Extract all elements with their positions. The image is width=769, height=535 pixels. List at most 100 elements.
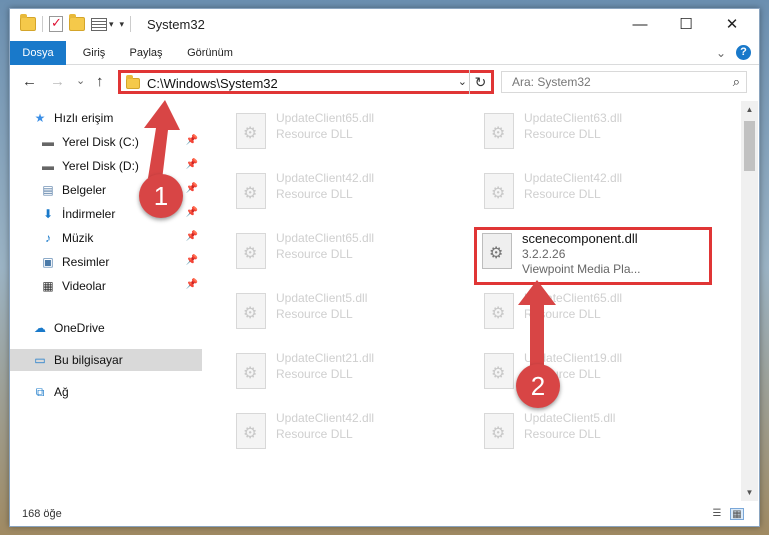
pin-icon[interactable]: 📌 bbox=[186, 207, 198, 218]
file-type: Resource DLL bbox=[524, 427, 601, 441]
step-marker-1: 1 bbox=[139, 174, 183, 218]
chevron-down-icon[interactable]: ▾ bbox=[109, 19, 114, 30]
pin-icon[interactable]: 📌 bbox=[186, 231, 198, 242]
tab-file[interactable]: Dosya bbox=[10, 41, 66, 65]
folder-icon[interactable] bbox=[20, 14, 36, 31]
highlighted-file-tile[interactable]: scenecomponent.dll 3.2.2.26 Viewpoint Me… bbox=[474, 227, 712, 285]
close-button[interactable]: ✕ bbox=[709, 9, 755, 39]
sidebar-item-music[interactable]: ♪ Müzik 📌 bbox=[10, 227, 202, 249]
expand-ribbon-icon[interactable]: ⌄ bbox=[716, 46, 726, 60]
properties-check-icon[interactable] bbox=[49, 15, 63, 32]
sidebar-item-label: İndirmeler bbox=[62, 207, 116, 221]
scroll-down-icon[interactable]: ▼ bbox=[741, 484, 758, 501]
star-icon: ★ bbox=[34, 111, 46, 125]
videos-icon: ▦ bbox=[42, 279, 54, 293]
step-marker-2: 2 bbox=[516, 364, 560, 408]
back-arrow-icon[interactable]: ← bbox=[22, 73, 37, 90]
file-tile[interactable]: UpdateClient19.dll Resource DLL bbox=[476, 347, 706, 397]
file-name: UpdateClient42.dll bbox=[276, 171, 375, 185]
drive-icon: ▬ bbox=[42, 159, 54, 173]
scroll-up-icon[interactable]: ▲ bbox=[741, 101, 758, 118]
file-name: UpdateClient42.dll bbox=[276, 411, 375, 425]
sidebar-item-label: Müzik bbox=[62, 231, 94, 245]
scroll-thumb[interactable] bbox=[744, 121, 755, 171]
file-name: UpdateClient65.dll bbox=[524, 291, 623, 305]
explorer-window: ▾ ▾ System32 — ☐ ✕ Dosya Giriş Paylaş Gö… bbox=[9, 8, 760, 527]
dll-file-icon bbox=[236, 413, 266, 449]
sidebar-item-videos[interactable]: ▦ Videolar 📌 bbox=[10, 275, 202, 297]
file-tile[interactable]: UpdateClient5.dll Resource DLL bbox=[228, 287, 458, 337]
tab-share[interactable]: Paylaş bbox=[124, 41, 168, 65]
customize-toolbar-icon[interactable] bbox=[91, 17, 107, 31]
pin-icon[interactable]: 📌 bbox=[186, 255, 198, 266]
download-icon: ⬇ bbox=[42, 207, 54, 221]
item-count: 168 öğe bbox=[22, 508, 62, 520]
sidebar-item-disk-d[interactable]: ▬ Yerel Disk (D:) 📌 bbox=[10, 155, 202, 177]
file-tile[interactable]: UpdateClient42.dll Resource DLL bbox=[228, 167, 458, 217]
sidebar-item-pictures[interactable]: ▣ Resimler 📌 bbox=[10, 251, 202, 273]
search-icon[interactable]: ⌕ bbox=[733, 74, 740, 90]
quick-access-dropdown-icon[interactable]: ▾ bbox=[120, 19, 125, 30]
sidebar-item-label: Videolar bbox=[62, 279, 106, 293]
sidebar-item-quick-access[interactable]: ★ Hızlı erişim bbox=[10, 107, 202, 129]
pin-icon[interactable]: 📌 bbox=[186, 159, 198, 170]
dll-file-icon bbox=[484, 293, 514, 329]
sidebar-item-label: Bu bilgisayar bbox=[54, 353, 123, 367]
sidebar-item-onedrive[interactable]: ☁ OneDrive bbox=[10, 317, 202, 339]
file-tile[interactable]: UpdateClient42.dll Resource DLL bbox=[228, 407, 458, 457]
recent-locations-icon[interactable]: ⌄ bbox=[76, 74, 85, 87]
file-tile[interactable]: UpdateClient65.dll Resource DLL bbox=[228, 227, 458, 277]
large-icons-view-icon[interactable]: ▦ bbox=[730, 508, 744, 520]
forward-arrow-icon[interactable]: → bbox=[50, 73, 65, 90]
file-tile[interactable]: UpdateClient65.dll Resource DLL bbox=[476, 287, 706, 337]
sidebar-item-network[interactable]: ⧉ Ağ bbox=[10, 381, 202, 403]
maximize-button[interactable]: ☐ bbox=[663, 9, 709, 39]
minimize-button[interactable]: — bbox=[617, 9, 663, 39]
dll-file-icon bbox=[236, 173, 266, 209]
dll-file-icon bbox=[236, 293, 266, 329]
file-name: UpdateClient5.dll bbox=[524, 411, 616, 425]
vertical-scrollbar[interactable]: ▲ ▼ bbox=[741, 101, 758, 501]
file-tile[interactable]: UpdateClient65.dll Resource DLL bbox=[228, 107, 458, 157]
pin-icon[interactable]: 📌 bbox=[186, 279, 198, 290]
search-input[interactable]: Ara: System32 bbox=[512, 75, 591, 89]
file-tile[interactable]: UpdateClient21.dll Resource DLL bbox=[228, 347, 458, 397]
status-bar: 168 öğe ☰ ▦ bbox=[10, 501, 759, 526]
up-arrow-icon[interactable]: ↑ bbox=[96, 73, 104, 90]
dll-file-icon bbox=[482, 233, 512, 269]
quick-access-toolbar: ▾ ▾ bbox=[20, 14, 137, 32]
file-name: UpdateClient63.dll bbox=[524, 111, 623, 125]
file-name: UpdateClient19.dll bbox=[524, 351, 623, 365]
new-folder-icon[interactable] bbox=[69, 14, 85, 31]
sidebar-item-this-pc[interactable]: ▭ Bu bilgisayar bbox=[10, 349, 202, 371]
file-name: UpdateClient65.dll bbox=[276, 231, 375, 245]
tab-home[interactable]: Giriş bbox=[74, 41, 114, 65]
details-view-icon[interactable]: ☰ bbox=[710, 508, 724, 520]
toolbar-divider bbox=[130, 16, 132, 32]
pin-icon[interactable]: 📌 bbox=[186, 183, 198, 194]
sidebar-item-label: Resimler bbox=[62, 255, 110, 269]
pin-icon[interactable]: 📌 bbox=[186, 135, 198, 146]
file-type: Resource DLL bbox=[276, 187, 353, 201]
address-path[interactable]: C:\Windows\System32 bbox=[147, 76, 278, 91]
dll-file-icon bbox=[236, 353, 266, 389]
address-bar[interactable]: C:\Windows\System32 ⌄ ↻ bbox=[118, 70, 494, 94]
sidebar-item-disk-c[interactable]: ▬ Yerel Disk (C:) 📌 bbox=[10, 131, 202, 153]
address-dropdown-icon[interactable]: ⌄ bbox=[458, 75, 467, 88]
dll-file-icon bbox=[484, 173, 514, 209]
refresh-icon[interactable]: ↻ bbox=[469, 70, 491, 94]
title-bar: ▾ ▾ System32 — ☐ ✕ bbox=[10, 9, 759, 41]
toolbar-divider bbox=[42, 16, 43, 32]
sidebar-item-label: Hızlı erişim bbox=[54, 111, 114, 125]
search-box[interactable]: Ara: System32 ⌕ bbox=[501, 71, 747, 93]
documents-icon: ▤ bbox=[42, 183, 54, 197]
file-tile[interactable]: UpdateClient5.dll Resource DLL bbox=[476, 407, 706, 457]
tab-view[interactable]: Görünüm bbox=[180, 41, 240, 65]
file-type: Resource DLL bbox=[276, 127, 353, 141]
file-tile[interactable]: UpdateClient42.dll Resource DLL bbox=[476, 167, 706, 217]
sidebar-item-label: OneDrive bbox=[54, 321, 105, 335]
dll-file-icon bbox=[236, 113, 266, 149]
help-icon[interactable]: ? bbox=[736, 45, 751, 60]
file-tile[interactable]: UpdateClient63.dll Resource DLL bbox=[476, 107, 706, 157]
ribbon-tabs: Dosya Giriş Paylaş Görünüm ⌄ ? bbox=[10, 41, 759, 65]
